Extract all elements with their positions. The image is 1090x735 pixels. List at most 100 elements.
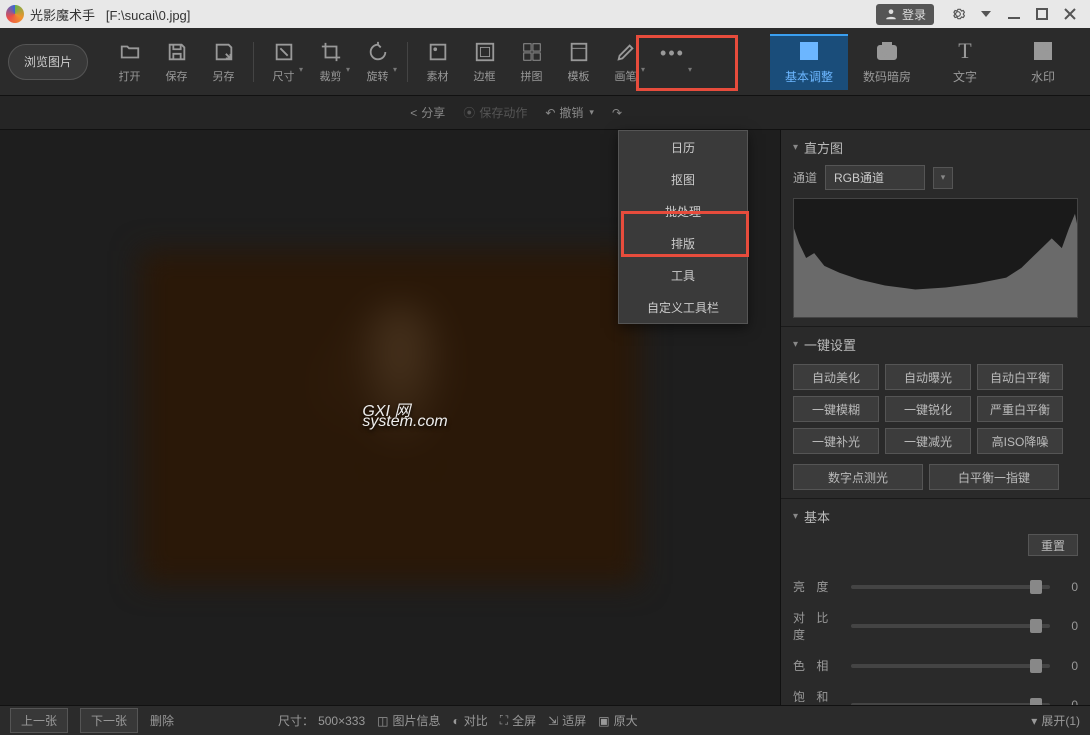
dropdown-tools[interactable]: 工具 [619, 259, 747, 291]
close-button[interactable] [1056, 4, 1084, 24]
content-tool-group: 素材 边框 拼图 模板 画笔▾ •••…▾ [414, 34, 696, 90]
collage-tool[interactable]: 拼图 [508, 34, 555, 90]
crop-tool[interactable]: 裁剪▾ [307, 34, 354, 90]
slider-track[interactable] [851, 585, 1050, 589]
chevron-down-icon: ▾ [1031, 714, 1037, 728]
material-tool[interactable]: 素材 [414, 34, 461, 90]
histogram-chart [793, 198, 1078, 318]
image-info-button[interactable]: ◫图片信息 [377, 712, 440, 729]
maximize-button[interactable] [1028, 4, 1056, 24]
spot-meter-button[interactable]: 数字点测光 [793, 464, 923, 490]
login-button[interactable]: 登录 [876, 4, 934, 25]
right-panel: ▾直方图 通道 RGB通道 ▾ ▾一键设置 自动美化 自动曝光 自动白平衡 一键… [780, 130, 1090, 705]
slider-thumb[interactable] [1030, 698, 1042, 705]
login-label: 登录 [902, 6, 926, 23]
original-button[interactable]: ▣原大 [598, 712, 637, 729]
dropdown-batch[interactable]: 批处理 [619, 195, 747, 227]
dropdown-layout[interactable]: 排版 [619, 227, 747, 259]
slider-thumb[interactable] [1030, 659, 1042, 673]
minimize-button[interactable] [1000, 4, 1028, 24]
chevron-down-icon [981, 11, 991, 17]
more-tools[interactable]: •••…▾ [649, 34, 696, 90]
reduce-light-button[interactable]: 一键减光 [885, 428, 971, 454]
severe-wb-button[interactable]: 严重白平衡 [977, 396, 1063, 422]
compare-button[interactable]: ◐对比 [452, 712, 487, 729]
high-iso-button[interactable]: 高ISO降噪 [977, 428, 1063, 454]
menu-button[interactable] [972, 4, 1000, 24]
quick-buttons-grid: 自动美化 自动曝光 自动白平衡 一键模糊 一键锐化 严重白平衡 一键补光 一键减… [793, 364, 1078, 454]
tab-darkroom[interactable]: 数码暗房 [848, 34, 926, 90]
dropdown-cutout[interactable]: 抠图 [619, 163, 747, 195]
browse-images-button[interactable]: 浏览图片 [8, 44, 88, 80]
app-name: 光影魔术手 [30, 8, 95, 23]
save-as-icon [212, 40, 236, 64]
histogram-title[interactable]: ▾直方图 [793, 138, 1078, 157]
auto-exposure-button[interactable]: 自动曝光 [885, 364, 971, 390]
slider-track[interactable] [851, 664, 1050, 668]
next-image-button[interactable]: 下一张 [80, 708, 138, 733]
slider-value: 0 [1058, 580, 1078, 594]
brush-icon [614, 40, 638, 64]
slider-thumb[interactable] [1030, 580, 1042, 594]
rotate-tool[interactable]: 旋转▾ [354, 34, 401, 90]
redo-button[interactable]: ↷ [612, 106, 622, 120]
channel-select[interactable]: RGB通道 [825, 165, 925, 190]
reset-button[interactable]: 重置 [1028, 534, 1078, 556]
sub-toolbar: <分享 ⦿保存动作 ↶撤销▾ ↷ [0, 96, 1090, 130]
slider-label: 色 相 [793, 657, 843, 674]
chevron-down-icon: ▾ [393, 65, 397, 74]
separator [253, 42, 254, 82]
expand-button[interactable]: ▾展开(1) [1031, 712, 1080, 729]
slider-row: 饱 和 度 0 [793, 688, 1078, 705]
auto-beautify-button[interactable]: 自动美化 [793, 364, 879, 390]
undo-button[interactable]: ↶撤销▾ [545, 104, 594, 121]
gear-icon [951, 7, 965, 21]
dropdown-calendar[interactable]: 日历 [619, 131, 747, 163]
slider-track[interactable] [851, 703, 1050, 705]
fullscreen-button[interactable]: ⛶全屏 [500, 712, 536, 729]
slider-track[interactable] [851, 624, 1050, 628]
channel-dropdown-button[interactable]: ▾ [933, 167, 953, 189]
border-tool[interactable]: 边框 [461, 34, 508, 90]
size-tool[interactable]: 尺寸▾ [260, 34, 307, 90]
delete-button[interactable]: 删除 [150, 712, 174, 729]
brush-tool[interactable]: 画笔▾ [602, 34, 649, 90]
template-tool[interactable]: 模板 [555, 34, 602, 90]
tab-basic-adjust[interactable]: 基本调整 [770, 34, 848, 90]
auto-wb-button[interactable]: 自动白平衡 [977, 364, 1063, 390]
original-icon: ▣ [598, 714, 609, 728]
tab-text[interactable]: T文字 [926, 34, 1004, 90]
dropdown-customize[interactable]: 自定义工具栏 [619, 291, 747, 323]
slider-value: 0 [1058, 659, 1078, 673]
app-logo-icon [6, 5, 24, 23]
save-action-button[interactable]: ⦿保存动作 [463, 104, 527, 121]
compare-icon: ◐ [452, 714, 459, 728]
one-blur-button[interactable]: 一键模糊 [793, 396, 879, 422]
fullscreen-icon: ⛶ [500, 713, 508, 728]
prev-image-button[interactable]: 上一张 [10, 708, 68, 733]
wb-onekey-button[interactable]: 白平衡一指键 [929, 464, 1059, 490]
slider-value: 0 [1058, 698, 1078, 705]
basic-title[interactable]: ▾基本 [793, 507, 1078, 526]
quick-settings-title[interactable]: ▾一键设置 [793, 335, 1078, 354]
basic-section: ▾基本 重置 亮 度 0对 比 度 0色 相 0饱 和 度 0 [781, 499, 1090, 705]
chevron-down-icon: ▾ [346, 65, 350, 74]
slider-thumb[interactable] [1030, 619, 1042, 633]
save-tool[interactable]: 保存 [153, 34, 200, 90]
file-path: [F:\sucai\0.jpg] [106, 8, 191, 23]
fit-button[interactable]: ⇲适屏 [548, 712, 586, 729]
canvas-area[interactable]: GXI 网 system.com 日历 抠图 批处理 排版 工具 自定义工具栏 [0, 130, 780, 705]
more-tools-dropdown: 日历 抠图 批处理 排版 工具 自定义工具栏 [618, 130, 748, 324]
fill-light-button[interactable]: 一键补光 [793, 428, 879, 454]
save-as-tool[interactable]: 另存 [200, 34, 247, 90]
slider-row: 亮 度 0 [793, 578, 1078, 595]
tab-watermark[interactable]: 水印 [1004, 34, 1082, 90]
one-sharpen-button[interactable]: 一键锐化 [885, 396, 971, 422]
open-tool[interactable]: 打开 [106, 34, 153, 90]
settings-button[interactable] [944, 4, 972, 24]
save-icon [165, 40, 189, 64]
chevron-down-icon: ▾ [641, 65, 645, 74]
info-icon: ◫ [377, 714, 388, 728]
user-icon [884, 7, 898, 21]
share-button[interactable]: <分享 [410, 104, 445, 121]
